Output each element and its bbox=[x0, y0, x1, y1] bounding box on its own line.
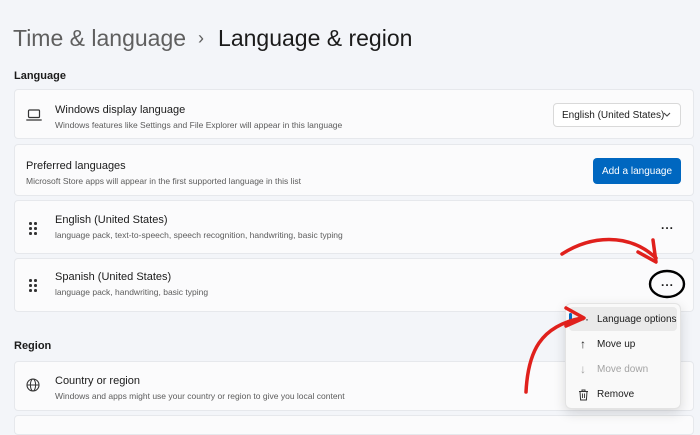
display-language-card: Windows display language Windows feature… bbox=[14, 89, 694, 139]
section-label-region: Region bbox=[14, 340, 52, 352]
ellipsis-icon: ··· bbox=[577, 312, 589, 326]
page-title: Language & region bbox=[218, 25, 413, 51]
country-region-title: Country or region bbox=[55, 375, 140, 387]
drag-handle-icon[interactable] bbox=[29, 279, 37, 293]
preferred-languages-card: Preferred languages Microsoft Store apps… bbox=[14, 144, 694, 196]
context-menu: ··· Language options ↑ Move up ↓ Move do… bbox=[565, 303, 681, 409]
language-row-english[interactable]: English (United States) language pack, t… bbox=[14, 200, 694, 254]
more-options-button[interactable]: ... bbox=[661, 218, 674, 232]
display-language-subtitle: Windows features like Settings and File … bbox=[55, 120, 343, 130]
language-features: language pack, handwriting, basic typing bbox=[55, 287, 209, 297]
arrow-up-icon: ↑ bbox=[580, 337, 586, 351]
breadcrumb-parent-link[interactable]: Time & language bbox=[13, 25, 186, 52]
display-language-title: Windows display language bbox=[55, 104, 186, 116]
laptop-icon bbox=[26, 109, 42, 121]
globe-icon bbox=[26, 378, 40, 392]
language-name: Spanish (United States) bbox=[55, 271, 172, 283]
chevron-down-icon bbox=[663, 112, 671, 117]
language-name: English (United States) bbox=[55, 214, 168, 226]
menu-item-move-down: ↓ Move down bbox=[569, 357, 677, 381]
preferred-languages-subtitle: Microsoft Store apps will appear in the … bbox=[26, 176, 301, 186]
breadcrumb-separator: › bbox=[198, 28, 205, 48]
breadcrumb: Time & language › Language & region bbox=[13, 25, 412, 52]
display-language-value: English (United States) bbox=[562, 109, 665, 121]
language-features: language pack, text-to-speech, speech re… bbox=[55, 230, 343, 240]
display-language-dropdown[interactable]: English (United States) bbox=[553, 103, 681, 127]
preferred-languages-title: Preferred languages bbox=[26, 160, 126, 172]
menu-item-move-up[interactable]: ↑ Move up bbox=[569, 332, 677, 356]
menu-item-language-options[interactable]: ··· Language options bbox=[569, 307, 677, 331]
regional-format-card[interactable] bbox=[14, 415, 694, 435]
section-label-language: Language bbox=[14, 70, 66, 82]
arrow-down-icon: ↓ bbox=[580, 362, 586, 376]
more-options-button[interactable]: ... bbox=[661, 275, 674, 289]
add-language-button[interactable]: Add a language bbox=[593, 158, 681, 184]
drag-handle-icon[interactable] bbox=[29, 222, 37, 236]
trash-icon bbox=[572, 387, 594, 401]
menu-item-remove[interactable]: Remove bbox=[569, 382, 677, 406]
country-region-subtitle: Windows and apps might use your country … bbox=[55, 391, 345, 401]
